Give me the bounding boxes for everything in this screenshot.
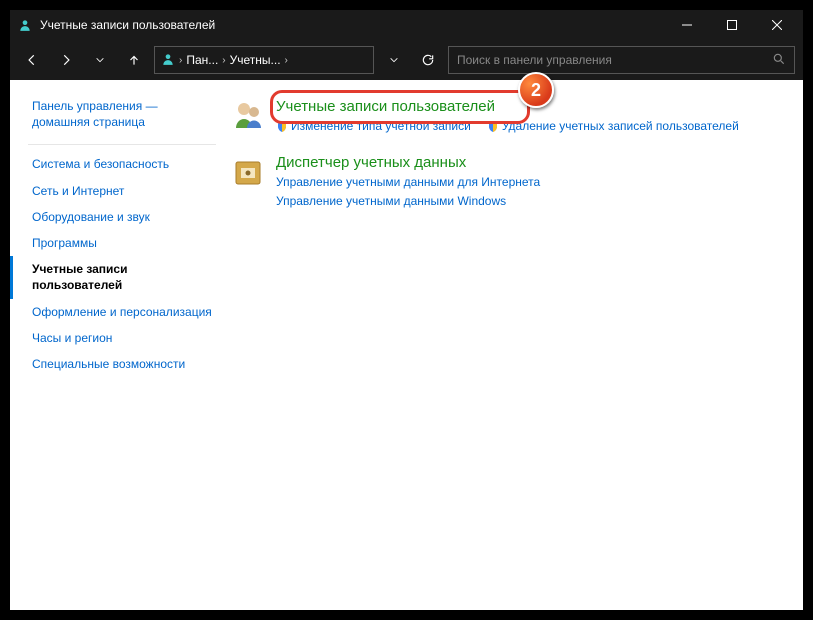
sidebar-home-link[interactable]: Панель управления — домашняя страница [10, 98, 230, 140]
link-label: Удаление учетных записей пользователей [502, 117, 739, 136]
sidebar-item-hardware[interactable]: Оборудование и звук [10, 204, 230, 230]
sidebar-home-line: Панель управления — [32, 99, 158, 113]
window-frame: Учетные записи пользователей [0, 0, 813, 620]
titlebar: Учетные записи пользователей [10, 10, 803, 40]
breadcrumb-seg[interactable]: Учетны... [230, 53, 281, 67]
shield-icon [276, 121, 288, 133]
toolbar: › Пан... › Учетны... › [10, 40, 803, 80]
section-links: Изменение типа учетной записи Удаление у… [276, 117, 793, 136]
search-input[interactable] [457, 53, 772, 67]
sidebar-item-ease[interactable]: Специальные возможности [10, 351, 230, 377]
shield-icon [487, 121, 499, 133]
window-title: Учетные записи пользователей [40, 18, 664, 32]
windows-credentials-link[interactable]: Управление учетными данными Windows [276, 192, 793, 211]
chevron-right-icon: › [222, 55, 225, 66]
divider [28, 144, 216, 145]
chevron-right-icon: › [285, 55, 288, 66]
chevron-right-icon: › [179, 55, 182, 66]
remove-accounts-link[interactable]: Удаление учетных записей пользователей [487, 117, 739, 136]
sidebar-home-line: домашняя страница [32, 115, 145, 129]
user-accounts-link[interactable]: Учетные записи пользователей [276, 98, 793, 115]
search-icon[interactable] [772, 52, 786, 69]
window-controls [664, 10, 799, 40]
credential-manager-link[interactable]: Диспетчер учетных данных [276, 154, 793, 171]
section-body: Диспетчер учетных данных Управление учет… [276, 154, 793, 211]
sidebar-item-network[interactable]: Сеть и Интернет [10, 178, 230, 204]
close-button[interactable] [754, 10, 799, 40]
content-area: Панель управления — домашняя страница Си… [10, 80, 803, 610]
maximize-button[interactable] [709, 10, 754, 40]
minimize-button[interactable] [664, 10, 709, 40]
up-button[interactable] [120, 46, 148, 74]
sidebar-item-system[interactable]: Система и безопасность [10, 151, 230, 177]
section-user-accounts: Учетные записи пользователей Изменение т… [230, 98, 793, 136]
section-credential-manager: Диспетчер учетных данных Управление учет… [230, 154, 793, 211]
breadcrumb-dropdown[interactable] [380, 46, 408, 74]
change-account-type-link[interactable]: Изменение типа учетной записи [276, 117, 471, 136]
section-body: Учетные записи пользователей Изменение т… [276, 98, 793, 136]
credential-manager-icon [230, 154, 266, 190]
refresh-button[interactable] [414, 46, 442, 74]
back-button[interactable] [18, 46, 46, 74]
sidebar-item-programs[interactable]: Программы [10, 230, 230, 256]
link-label: Изменение типа учетной записи [291, 117, 471, 136]
recent-dropdown[interactable] [86, 46, 114, 74]
breadcrumb-seg[interactable]: Пан... [186, 53, 218, 67]
user-icon [18, 18, 32, 32]
forward-button[interactable] [52, 46, 80, 74]
sidebar-item-clock[interactable]: Часы и регион [10, 325, 230, 351]
user-accounts-icon [230, 98, 266, 134]
breadcrumb[interactable]: › Пан... › Учетны... › [154, 46, 374, 74]
sidebar-item-user-accounts[interactable]: Учетные записи пользователей [10, 256, 230, 298]
main-panel: Учетные записи пользователей Изменение т… [230, 80, 803, 610]
sidebar-item-appearance[interactable]: Оформление и персонализация [10, 299, 230, 325]
section-links: Управление учетными данными для Интернет… [276, 173, 793, 211]
search-box[interactable] [448, 46, 795, 74]
web-credentials-link[interactable]: Управление учетными данными для Интернет… [276, 173, 793, 192]
sidebar: Панель управления — домашняя страница Си… [10, 80, 230, 610]
user-icon [161, 52, 175, 69]
